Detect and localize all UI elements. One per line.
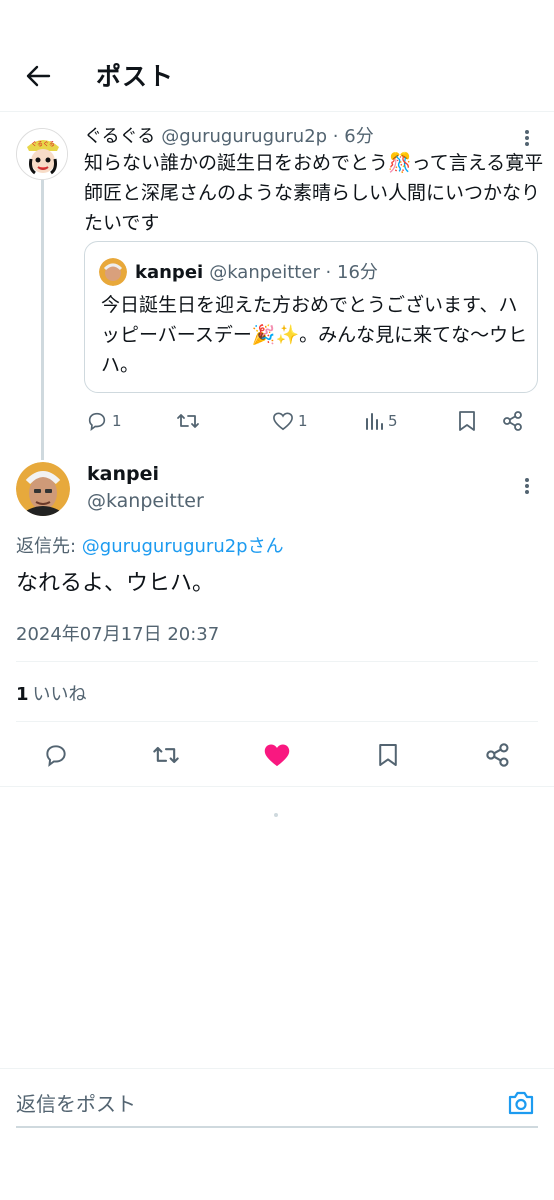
heart-outline-icon	[273, 412, 293, 431]
more-options-icon[interactable]	[515, 126, 539, 150]
divider	[16, 661, 538, 662]
views-button[interactable]: 5	[364, 406, 398, 436]
top-bar: ポスト	[0, 0, 554, 112]
views-count: 5	[388, 412, 398, 430]
likes-summary[interactable]: 1 いいね	[16, 680, 87, 706]
main-author-handle[interactable]: @kanpeitter	[87, 490, 204, 512]
reply-to-label: 返信先:	[16, 536, 82, 557]
reply-button[interactable]: 1	[86, 406, 122, 436]
share-icon	[486, 743, 509, 767]
reply-to-line: 返信先: @guruguruguru2pさん	[16, 532, 284, 558]
parent-post-meta: ぐるぐる @guruguruguru2p · 6分	[84, 122, 374, 148]
quoted-post-text: 今日誕生日を迎えた方おめでとうございます、ハッピーバースデー🎉✨。みんな見に来て…	[101, 294, 528, 376]
share-icon	[503, 411, 522, 431]
main-repost-button[interactable]	[148, 737, 184, 773]
repost-button[interactable]	[176, 406, 200, 436]
reply-count: 1	[112, 412, 122, 430]
main-post-actions	[0, 735, 554, 775]
main-share-button[interactable]	[480, 737, 516, 773]
composer-divider	[0, 1068, 554, 1069]
parent-post-actions: 1 1 5	[84, 406, 534, 436]
bookmark-button[interactable]	[458, 406, 476, 436]
likes-label: いいね	[32, 684, 87, 705]
main-bookmark-button[interactable]	[370, 737, 406, 773]
divider	[16, 721, 538, 722]
bookmark-icon	[459, 411, 475, 431]
main-author-name[interactable]: kanpei	[87, 463, 159, 485]
main-more-options-icon[interactable]	[515, 474, 539, 498]
quoted-post-meta: kanpei @kanpeitter · 16分	[135, 258, 378, 284]
thread-connector	[41, 180, 44, 460]
post-timestamp[interactable]: 2024年07月17日 20:37	[16, 620, 219, 646]
camera-icon	[508, 1091, 534, 1115]
avatar-kanpei[interactable]	[16, 462, 70, 516]
avatar-kanpei-small	[99, 258, 127, 286]
author-handle-time: @guruguruguru2p · 6分	[161, 126, 374, 147]
parent-post-text: 知らない誰かの誕生日をおめでとう🎊って言える寛平師匠と深尾さんのような素晴らしい…	[84, 152, 544, 234]
bookmark-icon	[379, 744, 397, 766]
heart-filled-icon	[264, 744, 290, 767]
reply-icon	[88, 412, 106, 432]
main-post-text: なれるよ、ウヒハ。	[16, 571, 215, 596]
repost-icon	[177, 414, 199, 428]
reply-input[interactable]: 返信をポスト	[16, 1088, 136, 1117]
main-like-button[interactable]	[259, 737, 295, 773]
reply-input-underline	[16, 1126, 538, 1128]
loading-dot	[274, 813, 278, 817]
page-title: ポスト	[96, 62, 175, 91]
author-name[interactable]: ぐるぐる	[84, 126, 155, 147]
svg-text:ぐるぐる: ぐるぐる	[31, 141, 55, 148]
repost-icon	[153, 746, 179, 764]
back-arrow-icon	[26, 65, 51, 87]
like-button[interactable]: 1	[272, 406, 308, 436]
reply-icon	[46, 745, 66, 767]
like-count: 1	[298, 412, 308, 430]
likes-total: 1	[16, 684, 29, 705]
quoted-author-name: kanpei	[135, 262, 204, 283]
share-button[interactable]	[502, 406, 524, 436]
quoted-author-handle-time: @kanpeitter · 16分	[209, 262, 378, 283]
section-divider	[0, 786, 554, 787]
back-button[interactable]	[18, 58, 58, 94]
camera-button[interactable]	[506, 1088, 536, 1118]
views-chart-icon	[366, 413, 383, 430]
reply-to-link[interactable]: @guruguruguru2pさん	[82, 536, 284, 557]
avatar-guruguru[interactable]: ぐるぐる	[16, 128, 68, 180]
quoted-post-card[interactable]: kanpei @kanpeitter · 16分 今日誕生日を迎えた方おめでとうご…	[84, 241, 538, 393]
main-reply-button[interactable]	[38, 737, 74, 773]
